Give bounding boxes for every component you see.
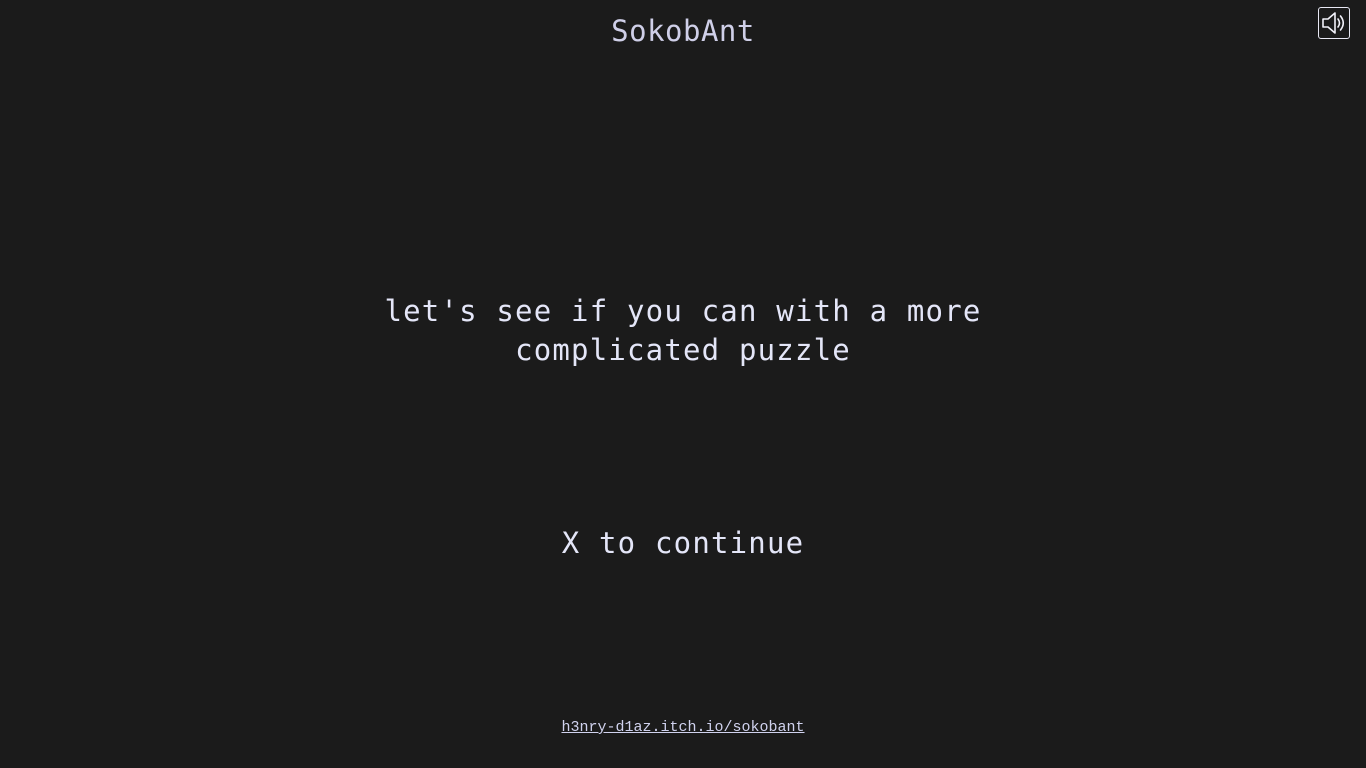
- page-title: SokobAnt: [611, 14, 755, 48]
- story-message-line-2: complicated puzzle: [515, 333, 851, 367]
- speaker-icon: [1320, 9, 1348, 37]
- story-message-line-1: let's see if you can with a more: [384, 294, 982, 328]
- footer: h3nry-d1az.itch.io/sokobant: [0, 718, 1366, 736]
- continue-prompt: X to continue: [561, 526, 805, 560]
- itch-io-link[interactable]: h3nry-d1az.itch.io/sokobant: [561, 719, 804, 736]
- game-screen[interactable]: let's see if you can with a more complic…: [0, 60, 1366, 700]
- sound-toggle-button[interactable]: [1318, 7, 1350, 39]
- story-message: let's see if you can with a more complic…: [0, 292, 1366, 370]
